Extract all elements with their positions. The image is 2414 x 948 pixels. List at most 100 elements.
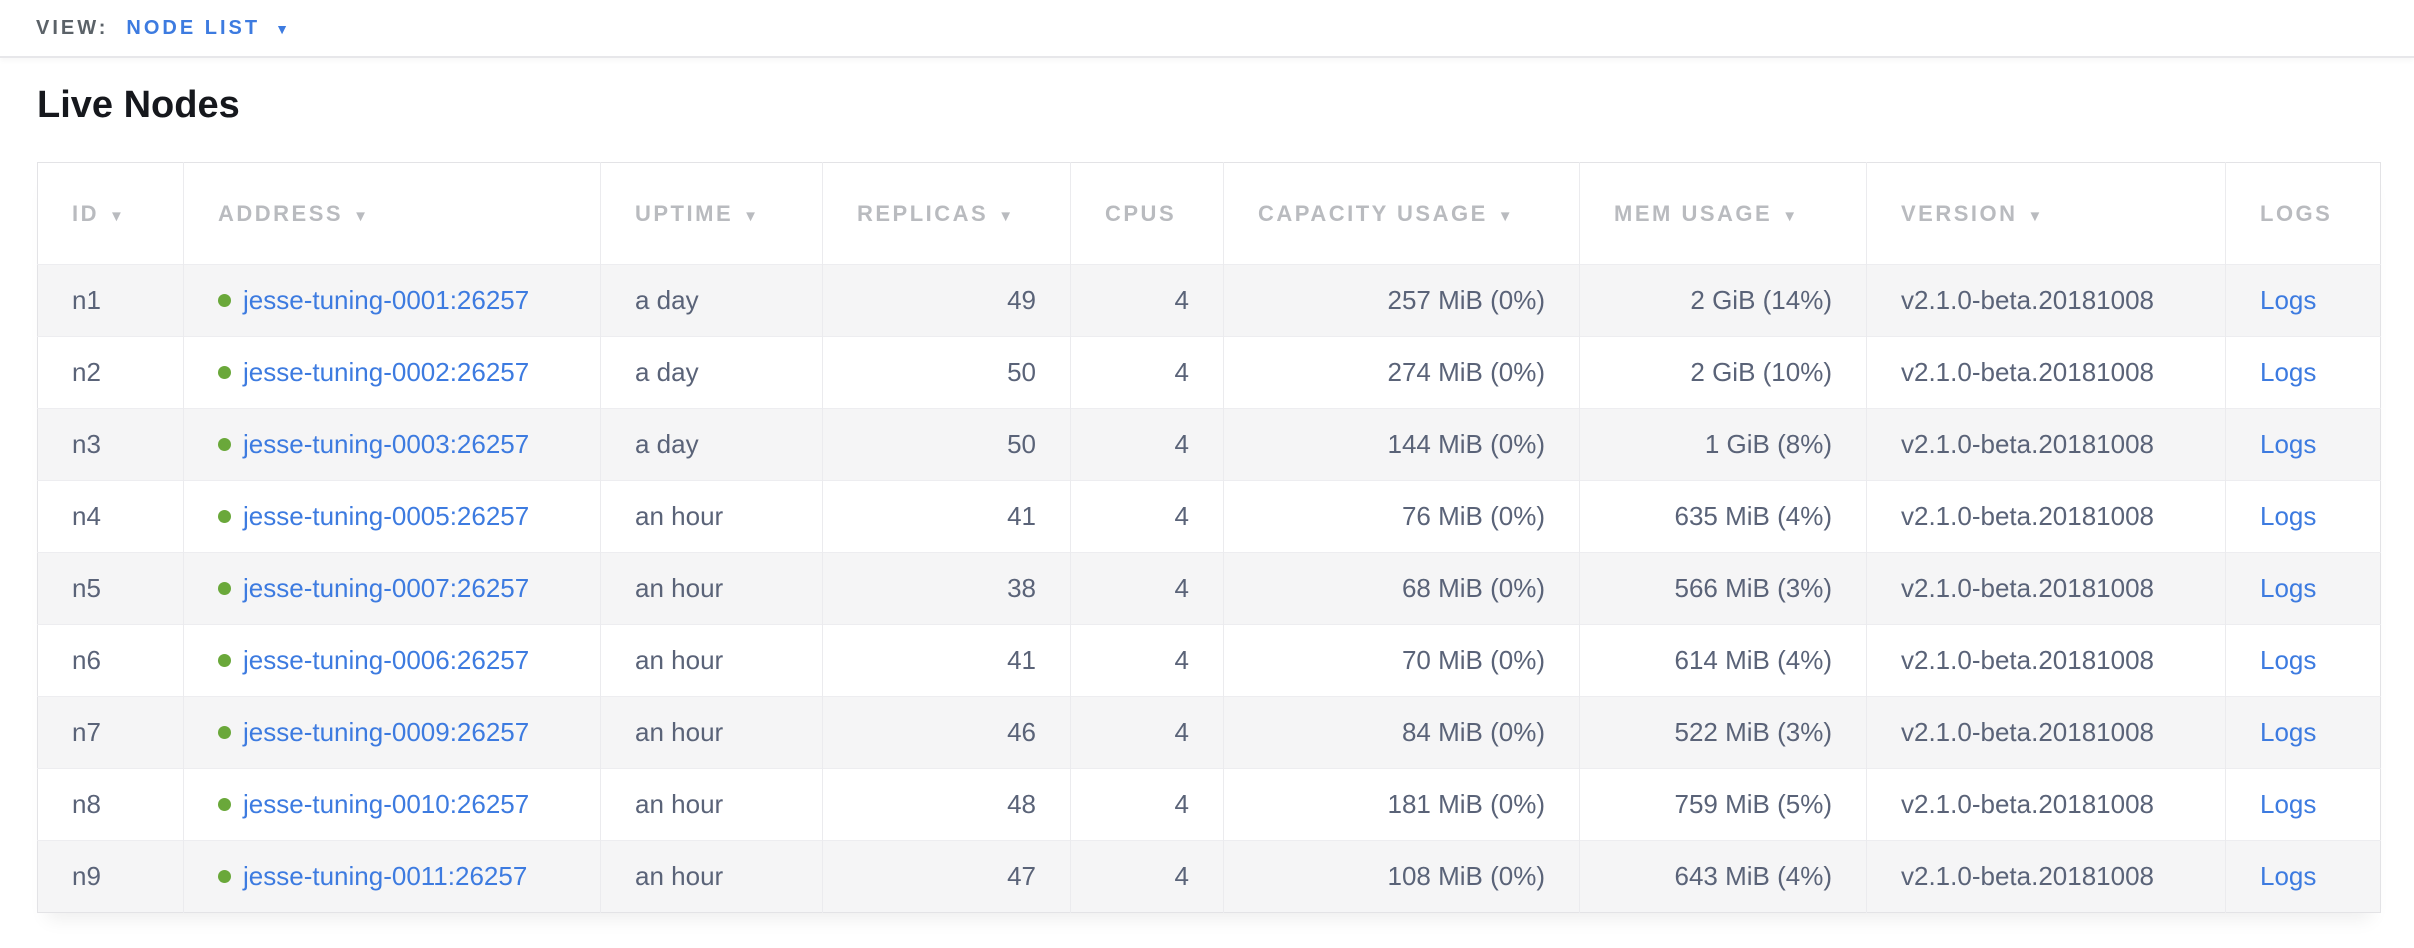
logs-cell: Logs [2226, 481, 2381, 553]
table-row: n1 jesse-tuning-0001:26257 a day 49 4 25… [38, 265, 2381, 337]
view-bar: VIEW: NODE LIST ▼ [0, 0, 2414, 58]
cpus-cell: 4 [1071, 409, 1224, 481]
node-address-link[interactable]: jesse-tuning-0006:26257 [243, 645, 529, 675]
logs-cell: Logs [2226, 265, 2381, 337]
table-row: n9 jesse-tuning-0011:26257 an hour 47 4 … [38, 841, 2381, 913]
replicas-cell: 41 [823, 481, 1071, 553]
cpus-cell: 4 [1071, 265, 1224, 337]
logs-link[interactable]: Logs [2260, 501, 2316, 531]
logs-link[interactable]: Logs [2260, 861, 2316, 891]
sort-arrow-icon[interactable]: ▼ [353, 208, 370, 225]
capacity-usage-cell: 68 MiB (0%) [1224, 553, 1580, 625]
replicas-cell: 48 [823, 769, 1071, 841]
cpus-cell: 4 [1071, 697, 1224, 769]
chevron-down-icon[interactable]: ▼ [275, 20, 289, 36]
column-header-cpus: CPUS [1071, 163, 1224, 265]
logs-link[interactable]: Logs [2260, 789, 2316, 819]
column-header-mem-usage[interactable]: MEM USAGE ▼ [1580, 163, 1867, 265]
logs-link[interactable]: Logs [2260, 717, 2316, 747]
node-address-cell: jesse-tuning-0010:26257 [184, 769, 601, 841]
logs-link[interactable]: Logs [2260, 573, 2316, 603]
column-header-label: CAPACITY USAGE [1258, 201, 1488, 226]
table-row: n5 jesse-tuning-0007:26257 an hour 38 4 … [38, 553, 2381, 625]
column-header-uptime[interactable]: UPTIME▼ [601, 163, 823, 265]
version-cell: v2.1.0-beta.20181008 [1867, 409, 2226, 481]
column-header-label: ID [72, 201, 99, 226]
table-row: n6 jesse-tuning-0006:26257 an hour 41 4 … [38, 625, 2381, 697]
cpus-cell: 4 [1071, 841, 1224, 913]
sort-arrow-icon[interactable]: ▼ [1782, 208, 1799, 225]
mem-usage-cell: 759 MiB (5%) [1580, 769, 1867, 841]
column-header-replicas[interactable]: REPLICAS ▼ [823, 163, 1071, 265]
table-row: n3 jesse-tuning-0003:26257 a day 50 4 14… [38, 409, 2381, 481]
node-status-dot-icon [218, 654, 231, 667]
capacity-usage-cell: 108 MiB (0%) [1224, 841, 1580, 913]
uptime-cell: an hour [601, 553, 823, 625]
capacity-usage-cell: 144 MiB (0%) [1224, 409, 1580, 481]
node-status-dot-icon [218, 366, 231, 379]
version-cell: v2.1.0-beta.20181008 [1867, 769, 2226, 841]
uptime-cell: an hour [601, 697, 823, 769]
view-selector-value[interactable]: NODE LIST [126, 17, 260, 40]
cpus-cell: 4 [1071, 625, 1224, 697]
column-header-label: LOGS [2260, 201, 2332, 226]
column-header-label: REPLICAS [857, 201, 988, 226]
node-address-cell: jesse-tuning-0006:26257 [184, 625, 601, 697]
view-selector-dropdown[interactable]: NODE LIST ▼ [126, 17, 289, 40]
node-address-link[interactable]: jesse-tuning-0007:26257 [243, 573, 529, 603]
column-header-version[interactable]: VERSION▼ [1867, 163, 2226, 265]
node-address-link[interactable]: jesse-tuning-0001:26257 [243, 285, 529, 315]
node-address-link[interactable]: jesse-tuning-0011:26257 [243, 861, 527, 891]
node-status-dot-icon [218, 582, 231, 595]
node-id-cell: n7 [38, 697, 184, 769]
capacity-usage-cell: 274 MiB (0%) [1224, 337, 1580, 409]
node-address-cell: jesse-tuning-0005:26257 [184, 481, 601, 553]
node-address-cell: jesse-tuning-0003:26257 [184, 409, 601, 481]
logs-cell: Logs [2226, 697, 2381, 769]
sort-arrow-icon[interactable]: ▼ [998, 208, 1015, 225]
logs-link[interactable]: Logs [2260, 645, 2316, 675]
logs-cell: Logs [2226, 553, 2381, 625]
node-id-cell: n9 [38, 841, 184, 913]
node-address-cell: jesse-tuning-0011:26257 [184, 841, 601, 913]
column-header-label: ADDRESS [218, 201, 343, 226]
capacity-usage-cell: 257 MiB (0%) [1224, 265, 1580, 337]
cpus-cell: 4 [1071, 481, 1224, 553]
table-row: n4 jesse-tuning-0005:26257 an hour 41 4 … [38, 481, 2381, 553]
uptime-cell: an hour [601, 769, 823, 841]
logs-link[interactable]: Logs [2260, 285, 2316, 315]
node-address-link[interactable]: jesse-tuning-0005:26257 [243, 501, 529, 531]
uptime-cell: an hour [601, 481, 823, 553]
node-status-dot-icon [218, 726, 231, 739]
version-cell: v2.1.0-beta.20181008 [1867, 337, 2226, 409]
sort-arrow-icon[interactable]: ▼ [1498, 208, 1515, 225]
logs-cell: Logs [2226, 337, 2381, 409]
replicas-cell: 41 [823, 625, 1071, 697]
logs-link[interactable]: Logs [2260, 429, 2316, 459]
mem-usage-cell: 635 MiB (4%) [1580, 481, 1867, 553]
replicas-cell: 47 [823, 841, 1071, 913]
column-header-logs: LOGS [2226, 163, 2381, 265]
cpus-cell: 4 [1071, 337, 1224, 409]
column-header-id[interactable]: ID ▼ [38, 163, 184, 265]
replicas-cell: 46 [823, 697, 1071, 769]
sort-arrow-icon[interactable]: ▼ [109, 208, 126, 225]
live-nodes-table: ID ▼ ADDRESS ▼ UPTIME▼ REPLICAS ▼ CPUS CAPA… [37, 162, 2381, 913]
node-address-link[interactable]: jesse-tuning-0003:26257 [243, 429, 529, 459]
column-header-label: MEM USAGE [1614, 201, 1772, 226]
uptime-cell: a day [601, 337, 823, 409]
node-address-cell: jesse-tuning-0001:26257 [184, 265, 601, 337]
uptime-cell: an hour [601, 625, 823, 697]
node-address-link[interactable]: jesse-tuning-0009:26257 [243, 717, 529, 747]
mem-usage-cell: 1 GiB (8%) [1580, 409, 1867, 481]
replicas-cell: 38 [823, 553, 1071, 625]
node-address-link[interactable]: jesse-tuning-0010:26257 [243, 789, 529, 819]
node-address-link[interactable]: jesse-tuning-0002:26257 [243, 357, 529, 387]
node-status-dot-icon [218, 510, 231, 523]
column-header-capacity-usage[interactable]: CAPACITY USAGE ▼ [1224, 163, 1580, 265]
sort-arrow-icon[interactable]: ▼ [2028, 208, 2045, 225]
sort-arrow-icon[interactable]: ▼ [743, 208, 760, 225]
logs-link[interactable]: Logs [2260, 357, 2316, 387]
logs-cell: Logs [2226, 841, 2381, 913]
column-header-address[interactable]: ADDRESS ▼ [184, 163, 601, 265]
